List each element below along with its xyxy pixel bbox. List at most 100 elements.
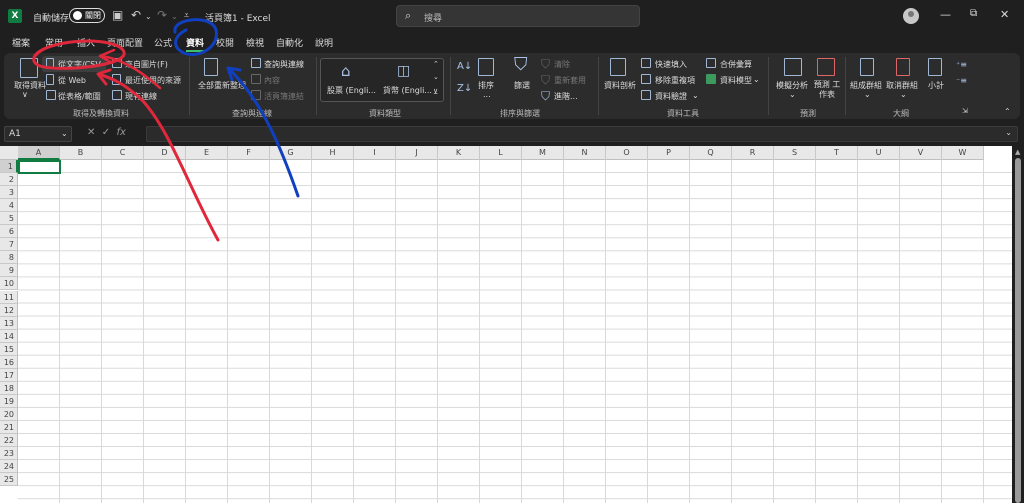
row-header[interactable]: 5 (0, 212, 18, 226)
collapse-ribbon-icon[interactable]: ⌃ (1004, 107, 1011, 116)
column-header[interactable]: J (396, 146, 438, 160)
column-header[interactable]: T (816, 146, 858, 160)
data-model-dropdown-icon[interactable]: ⌄ (753, 75, 760, 84)
tab-file[interactable]: 檔案 (12, 36, 30, 49)
flash-fill-button[interactable]: 快速填入 (655, 59, 687, 70)
cancel-icon[interactable]: ✕ (87, 127, 95, 138)
undo-dropdown-icon[interactable]: ⌄ (145, 10, 152, 24)
column-header[interactable]: U (858, 146, 900, 160)
recent-sources-button[interactable]: 最近使用的來源 (125, 75, 181, 86)
row-header[interactable]: 1 (0, 160, 18, 174)
gallery-up-icon[interactable]: ⌃ (433, 60, 439, 68)
column-header[interactable]: B (60, 146, 102, 160)
row-header[interactable]: 8 (0, 251, 18, 265)
column-header[interactable]: C (102, 146, 144, 160)
from-text-csv-button[interactable]: 從文字/CSV (58, 59, 101, 70)
row-header[interactable]: 24 (0, 460, 18, 474)
gallery-down-icon[interactable]: ⌄ (433, 73, 439, 81)
selected-cell-a1[interactable] (18, 160, 61, 174)
tab-data[interactable]: 資料 (186, 36, 204, 49)
row-header[interactable]: 19 (0, 394, 18, 408)
tab-automate[interactable]: 自動化 (276, 36, 303, 49)
queries-connections-button[interactable]: 查詢與連線 (264, 59, 304, 70)
scrollbar-thumb[interactable] (1015, 158, 1021, 503)
column-header[interactable]: I (354, 146, 396, 160)
row-header[interactable]: 4 (0, 199, 18, 213)
properties-button[interactable]: 內容 (264, 75, 280, 86)
row-header[interactable]: 2 (0, 173, 18, 187)
from-picture-button[interactable]: 來自圖片(F) (125, 59, 168, 70)
tab-formulas[interactable]: 公式 (154, 36, 172, 49)
row-header[interactable]: 11 (0, 290, 18, 304)
row-header[interactable]: 6 (0, 225, 18, 239)
column-header[interactable]: K (438, 146, 480, 160)
scroll-up-icon[interactable]: ▲ (1015, 148, 1020, 156)
column-header[interactable]: A (18, 146, 60, 160)
autosave-toggle[interactable]: 關閉 (69, 8, 105, 23)
tab-review[interactable]: 校閱 (216, 36, 234, 49)
row-header[interactable]: 18 (0, 381, 18, 395)
name-box[interactable]: A1 ⌄ (4, 126, 72, 142)
column-header[interactable]: Q (690, 146, 732, 160)
row-header[interactable]: 22 (0, 434, 18, 448)
filter-button[interactable]: 篩選 (514, 80, 530, 91)
row-header[interactable]: 17 (0, 368, 18, 382)
row-header[interactable]: 9 (0, 264, 18, 278)
restore-icon[interactable]: ⧉ (970, 8, 977, 19)
row-header[interactable]: 15 (0, 342, 18, 356)
hide-detail-icon[interactable]: ⁻≡ (956, 74, 967, 88)
undo-icon[interactable]: ↶ (131, 8, 141, 22)
save-icon[interactable]: ▣ (112, 8, 123, 22)
get-data-button[interactable]: 取得資料 (14, 80, 46, 91)
forecast-sheet-button[interactable]: 預測 工作表 (813, 80, 841, 100)
tab-view[interactable]: 檢視 (246, 36, 264, 49)
tab-home[interactable]: 常用 (45, 36, 63, 49)
search-box[interactable]: ⌕ 搜尋 (396, 5, 640, 27)
row-header[interactable]: 12 (0, 303, 18, 317)
column-header[interactable]: E (186, 146, 228, 160)
close-icon[interactable]: ✕ (1000, 8, 1009, 21)
tab-help[interactable]: 說明 (315, 36, 333, 49)
advanced-button[interactable]: 進階... (554, 91, 578, 102)
existing-connections-button[interactable]: 現有連線 (125, 91, 157, 102)
column-header[interactable]: W (942, 146, 984, 160)
formula-input[interactable]: ⌄ (146, 126, 1018, 142)
get-data-arrow[interactable]: ∨ (22, 90, 28, 99)
subtotal-button[interactable]: 小計 (928, 80, 944, 91)
row-header[interactable]: 21 (0, 421, 18, 435)
data-validation-dropdown-icon[interactable]: ⌄ (692, 91, 699, 100)
column-header[interactable]: F (228, 146, 270, 160)
column-header[interactable]: L (480, 146, 522, 160)
column-header[interactable]: V (900, 146, 942, 160)
data-validation-button[interactable]: 資料驗證 (655, 91, 687, 102)
worksheet-grid[interactable]: ABCDEFGHIJKLMNOPQRSTUVW 1 2 3 4 5 6 7 8 9 10 11 12 1… (0, 146, 1012, 503)
what-if-dropdown-icon[interactable]: ⌄ (789, 90, 796, 99)
group-dropdown-icon[interactable]: ⌄ (864, 90, 871, 99)
row-header[interactable]: 14 (0, 329, 18, 343)
column-header[interactable]: M (522, 146, 564, 160)
sort-ascending-icon[interactable]: A↓ (457, 60, 472, 74)
avatar[interactable] (903, 8, 919, 24)
row-header[interactable]: 13 (0, 316, 18, 330)
row-header[interactable]: 3 (0, 186, 18, 200)
sort-descending-icon[interactable]: Z↓ (457, 82, 472, 96)
expand-formula-icon[interactable]: ⌄ (1005, 128, 1012, 137)
row-header[interactable]: 20 (0, 407, 18, 421)
vertical-scrollbar[interactable]: ▲ (1012, 146, 1024, 503)
tab-insert[interactable]: 插入 (77, 36, 95, 49)
column-header[interactable]: R (732, 146, 774, 160)
tab-page-layout[interactable]: 頁面配置 (107, 36, 143, 49)
show-detail-icon[interactable]: ⁺≡ (956, 58, 967, 72)
column-header[interactable]: N (564, 146, 606, 160)
from-table-range-button[interactable]: 從表格/範圍 (58, 91, 101, 102)
minimize-icon[interactable]: — (940, 8, 951, 21)
column-header[interactable]: G (270, 146, 312, 160)
currencies-button[interactable]: 貨幣 (Engli... (383, 85, 432, 96)
column-header[interactable]: D (144, 146, 186, 160)
text-to-columns-button[interactable]: 資料剖析 (604, 80, 636, 91)
redo-icon[interactable]: ↷ (157, 8, 167, 22)
refresh-all-button[interactable]: 全部重新整理 (198, 80, 246, 91)
reapply-button[interactable]: 重新套用 (554, 75, 586, 86)
from-web-button[interactable]: 從 Web (58, 75, 86, 86)
edit-links-button[interactable]: 活頁簿連結 (264, 91, 304, 102)
